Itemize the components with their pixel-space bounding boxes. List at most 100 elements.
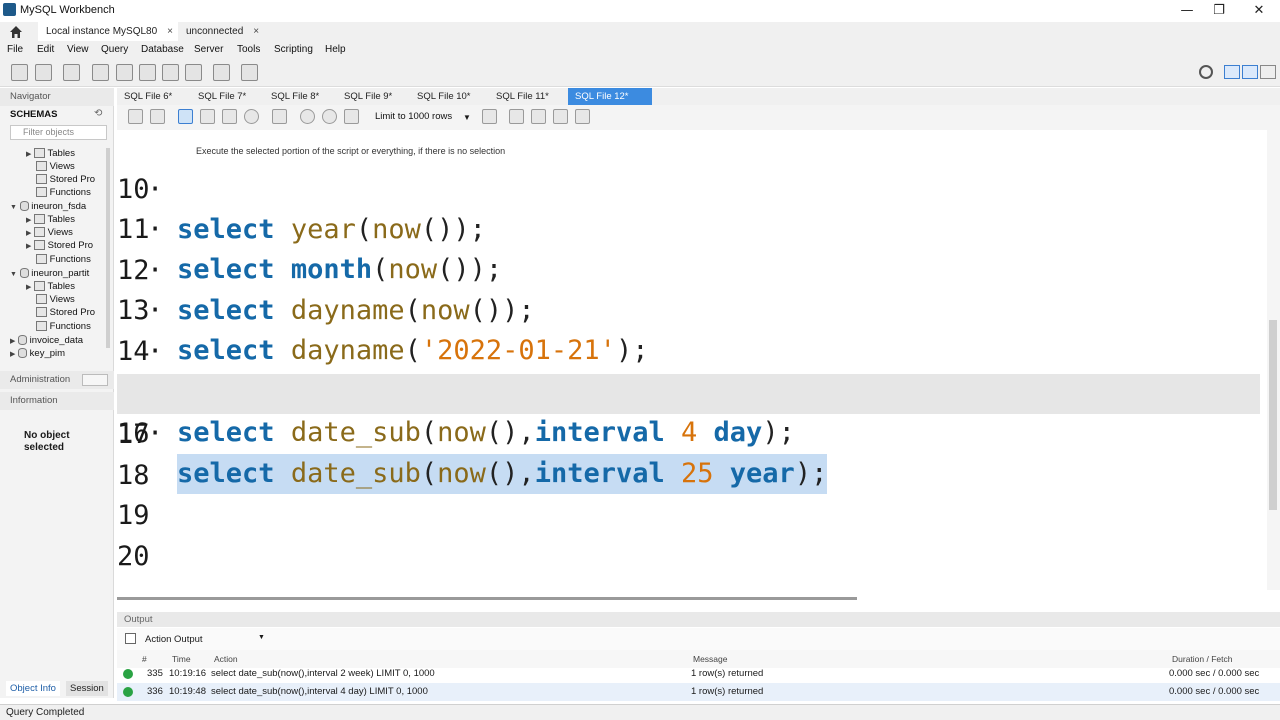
tab-sql-file-10[interactable]: SQL File 10* <box>410 88 478 105</box>
add-snippet-icon[interactable] <box>482 109 497 124</box>
expand-arrow-icon[interactable]: ▶ <box>26 151 31 158</box>
open-sql-script-icon[interactable] <box>35 64 52 81</box>
copy-icon[interactable] <box>125 633 136 644</box>
navigator-scrollbar[interactable] <box>106 148 110 348</box>
folder-icon <box>36 307 47 318</box>
tab-sql-file-11[interactable]: SQL File 11* <box>489 88 556 105</box>
tree-item-views[interactable]: Views <box>36 161 75 172</box>
menu-view[interactable]: View <box>67 44 89 55</box>
tab-sql-file-7[interactable]: SQL File 7* <box>191 88 253 105</box>
tree-item-functions[interactable]: Functions <box>36 254 91 265</box>
menu-database[interactable]: Database <box>141 44 184 55</box>
search-table-data-icon[interactable] <box>213 64 230 81</box>
settings-gear-icon[interactable] <box>1199 65 1213 79</box>
tree-item-stored-procedures[interactable]: Stored Pro <box>36 307 95 318</box>
expand-arrow-icon[interactable]: ▶ <box>10 351 15 358</box>
chevron-down-icon[interactable]: ▼ <box>463 113 471 122</box>
save-icon[interactable] <box>150 109 165 124</box>
output-row[interactable]: 335 10:19:16 select date_sub(now(),inter… <box>117 665 1280 683</box>
tree-item-tables[interactable]: ▶ Tables <box>26 214 75 225</box>
tree-item-stored-procedures[interactable]: Stored Pro <box>36 174 95 185</box>
execute-current-statement-icon[interactable] <box>200 109 215 124</box>
reconnect-icon[interactable] <box>241 64 258 81</box>
toggle-continue-on-error-icon[interactable] <box>272 109 287 124</box>
rollback-icon[interactable] <box>322 109 337 124</box>
connection-tab-unconnected[interactable]: unconnected × <box>178 22 268 41</box>
minimize-button[interactable]: — <box>1172 2 1202 20</box>
editor-vertical-scrollbar[interactable] <box>1267 130 1280 590</box>
tree-item-tables[interactable]: ▶ Tables <box>26 281 75 292</box>
new-sql-tab-icon[interactable] <box>11 64 28 81</box>
restore-button[interactable]: ❐ <box>1204 2 1234 20</box>
schema-filter-input[interactable]: Filter objects <box>10 125 107 140</box>
open-file-icon[interactable] <box>128 109 143 124</box>
tree-label: Stored Pro <box>49 307 96 318</box>
collapse-arrow-icon[interactable]: ▼ <box>10 204 17 211</box>
session-tab[interactable]: Session <box>66 681 108 696</box>
menu-help[interactable]: Help <box>325 44 346 55</box>
invisible-characters-icon[interactable] <box>553 109 568 124</box>
limit-rows-select[interactable]: Limit to 1000 rows <box>375 111 452 122</box>
tree-schema-key-pim[interactable]: ▶ key_pim <box>10 348 65 359</box>
stop-icon[interactable] <box>244 109 259 124</box>
connection-tab-local[interactable]: Local instance MySQL80 × <box>38 22 178 41</box>
execute-lightning-icon[interactable] <box>178 109 193 124</box>
menu-server[interactable]: Server <box>194 44 223 55</box>
inspector-icon[interactable] <box>63 64 80 81</box>
refresh-icon[interactable]: ⟲ <box>94 108 102 119</box>
nav-tab-switch-icon[interactable] <box>82 374 108 386</box>
close-tab-icon[interactable]: × <box>167 26 173 37</box>
scrollbar-thumb[interactable] <box>1269 320 1277 510</box>
tab-sql-file-12[interactable]: SQL File 12* <box>568 88 652 119</box>
explain-icon[interactable] <box>222 109 237 124</box>
expand-arrow-icon[interactable]: ▶ <box>10 338 15 345</box>
editor-horizontal-scrollbar[interactable] <box>117 590 1280 612</box>
menu-scripting[interactable]: Scripting <box>274 44 313 55</box>
home-icon[interactable] <box>8 24 24 40</box>
toggle-output-icon[interactable] <box>1242 65 1258 79</box>
output-mode-select[interactable]: Action Output <box>145 634 203 645</box>
tab-sql-file-6[interactable]: SQL File 6* <box>117 88 179 105</box>
word-wrap-icon[interactable] <box>575 109 590 124</box>
tree-item-views[interactable]: ▶ Views <box>26 227 73 238</box>
expand-arrow-icon[interactable]: ▶ <box>26 284 31 291</box>
menu-query[interactable]: Query <box>101 44 128 55</box>
create-procedure-icon[interactable] <box>162 64 179 81</box>
toggle-sidebar-icon[interactable] <box>1224 65 1240 79</box>
tree-item-functions[interactable]: Functions <box>36 321 91 332</box>
create-view-icon[interactable] <box>139 64 156 81</box>
tree-schema-ineuron-fsda[interactable]: ▼ ineuron_fsda <box>10 201 86 212</box>
commit-icon[interactable] <box>300 109 315 124</box>
menu-file[interactable]: File <box>7 44 23 55</box>
status-bar: Query Completed <box>0 704 1280 720</box>
expand-arrow-icon[interactable]: ▶ <box>26 243 31 250</box>
sql-editor[interactable]: 10 · select year(now()); 11 · select month… <box>117 130 1267 590</box>
tab-sql-file-9[interactable]: SQL File 9* <box>337 88 399 105</box>
auto-commit-icon[interactable] <box>344 109 359 124</box>
tab-sql-file-8[interactable]: SQL File 8* <box>264 88 326 105</box>
menu-tools[interactable]: Tools <box>237 44 260 55</box>
find-icon[interactable] <box>531 109 546 124</box>
expand-arrow-icon[interactable]: ▶ <box>26 230 31 237</box>
create-schema-icon[interactable] <box>92 64 109 81</box>
close-tab-icon[interactable]: × <box>253 26 259 37</box>
scrollbar-thumb[interactable] <box>117 597 857 600</box>
output-row[interactable]: 336 10:19:48 select date_sub(now(),inter… <box>117 683 1280 701</box>
collapse-arrow-icon[interactable]: ▼ <box>10 271 17 278</box>
create-table-icon[interactable] <box>116 64 133 81</box>
tree-item-functions[interactable]: Functions <box>36 187 91 198</box>
tree-item-tables[interactable]: ▶ Tables <box>26 148 75 159</box>
tree-schema-ineuron-partit[interactable]: ▼ ineuron_partit <box>10 268 89 279</box>
expand-arrow-icon[interactable]: ▶ <box>26 217 31 224</box>
close-button[interactable]: ✕ <box>1244 2 1274 20</box>
toggle-secondary-sidebar-icon[interactable] <box>1260 65 1276 79</box>
create-function-icon[interactable] <box>185 64 202 81</box>
tree-item-views[interactable]: Views <box>36 294 75 305</box>
tree-schema-invoice-data[interactable]: ▶ invoice_data <box>10 335 83 346</box>
database-icon <box>18 335 28 346</box>
beautify-icon[interactable] <box>509 109 524 124</box>
object-info-tab[interactable]: Object Info <box>6 681 60 696</box>
tree-item-stored-procedures[interactable]: ▶ Stored Pro <box>26 240 93 251</box>
chevron-down-icon[interactable]: ▼ <box>258 634 265 641</box>
menu-edit[interactable]: Edit <box>37 44 54 55</box>
